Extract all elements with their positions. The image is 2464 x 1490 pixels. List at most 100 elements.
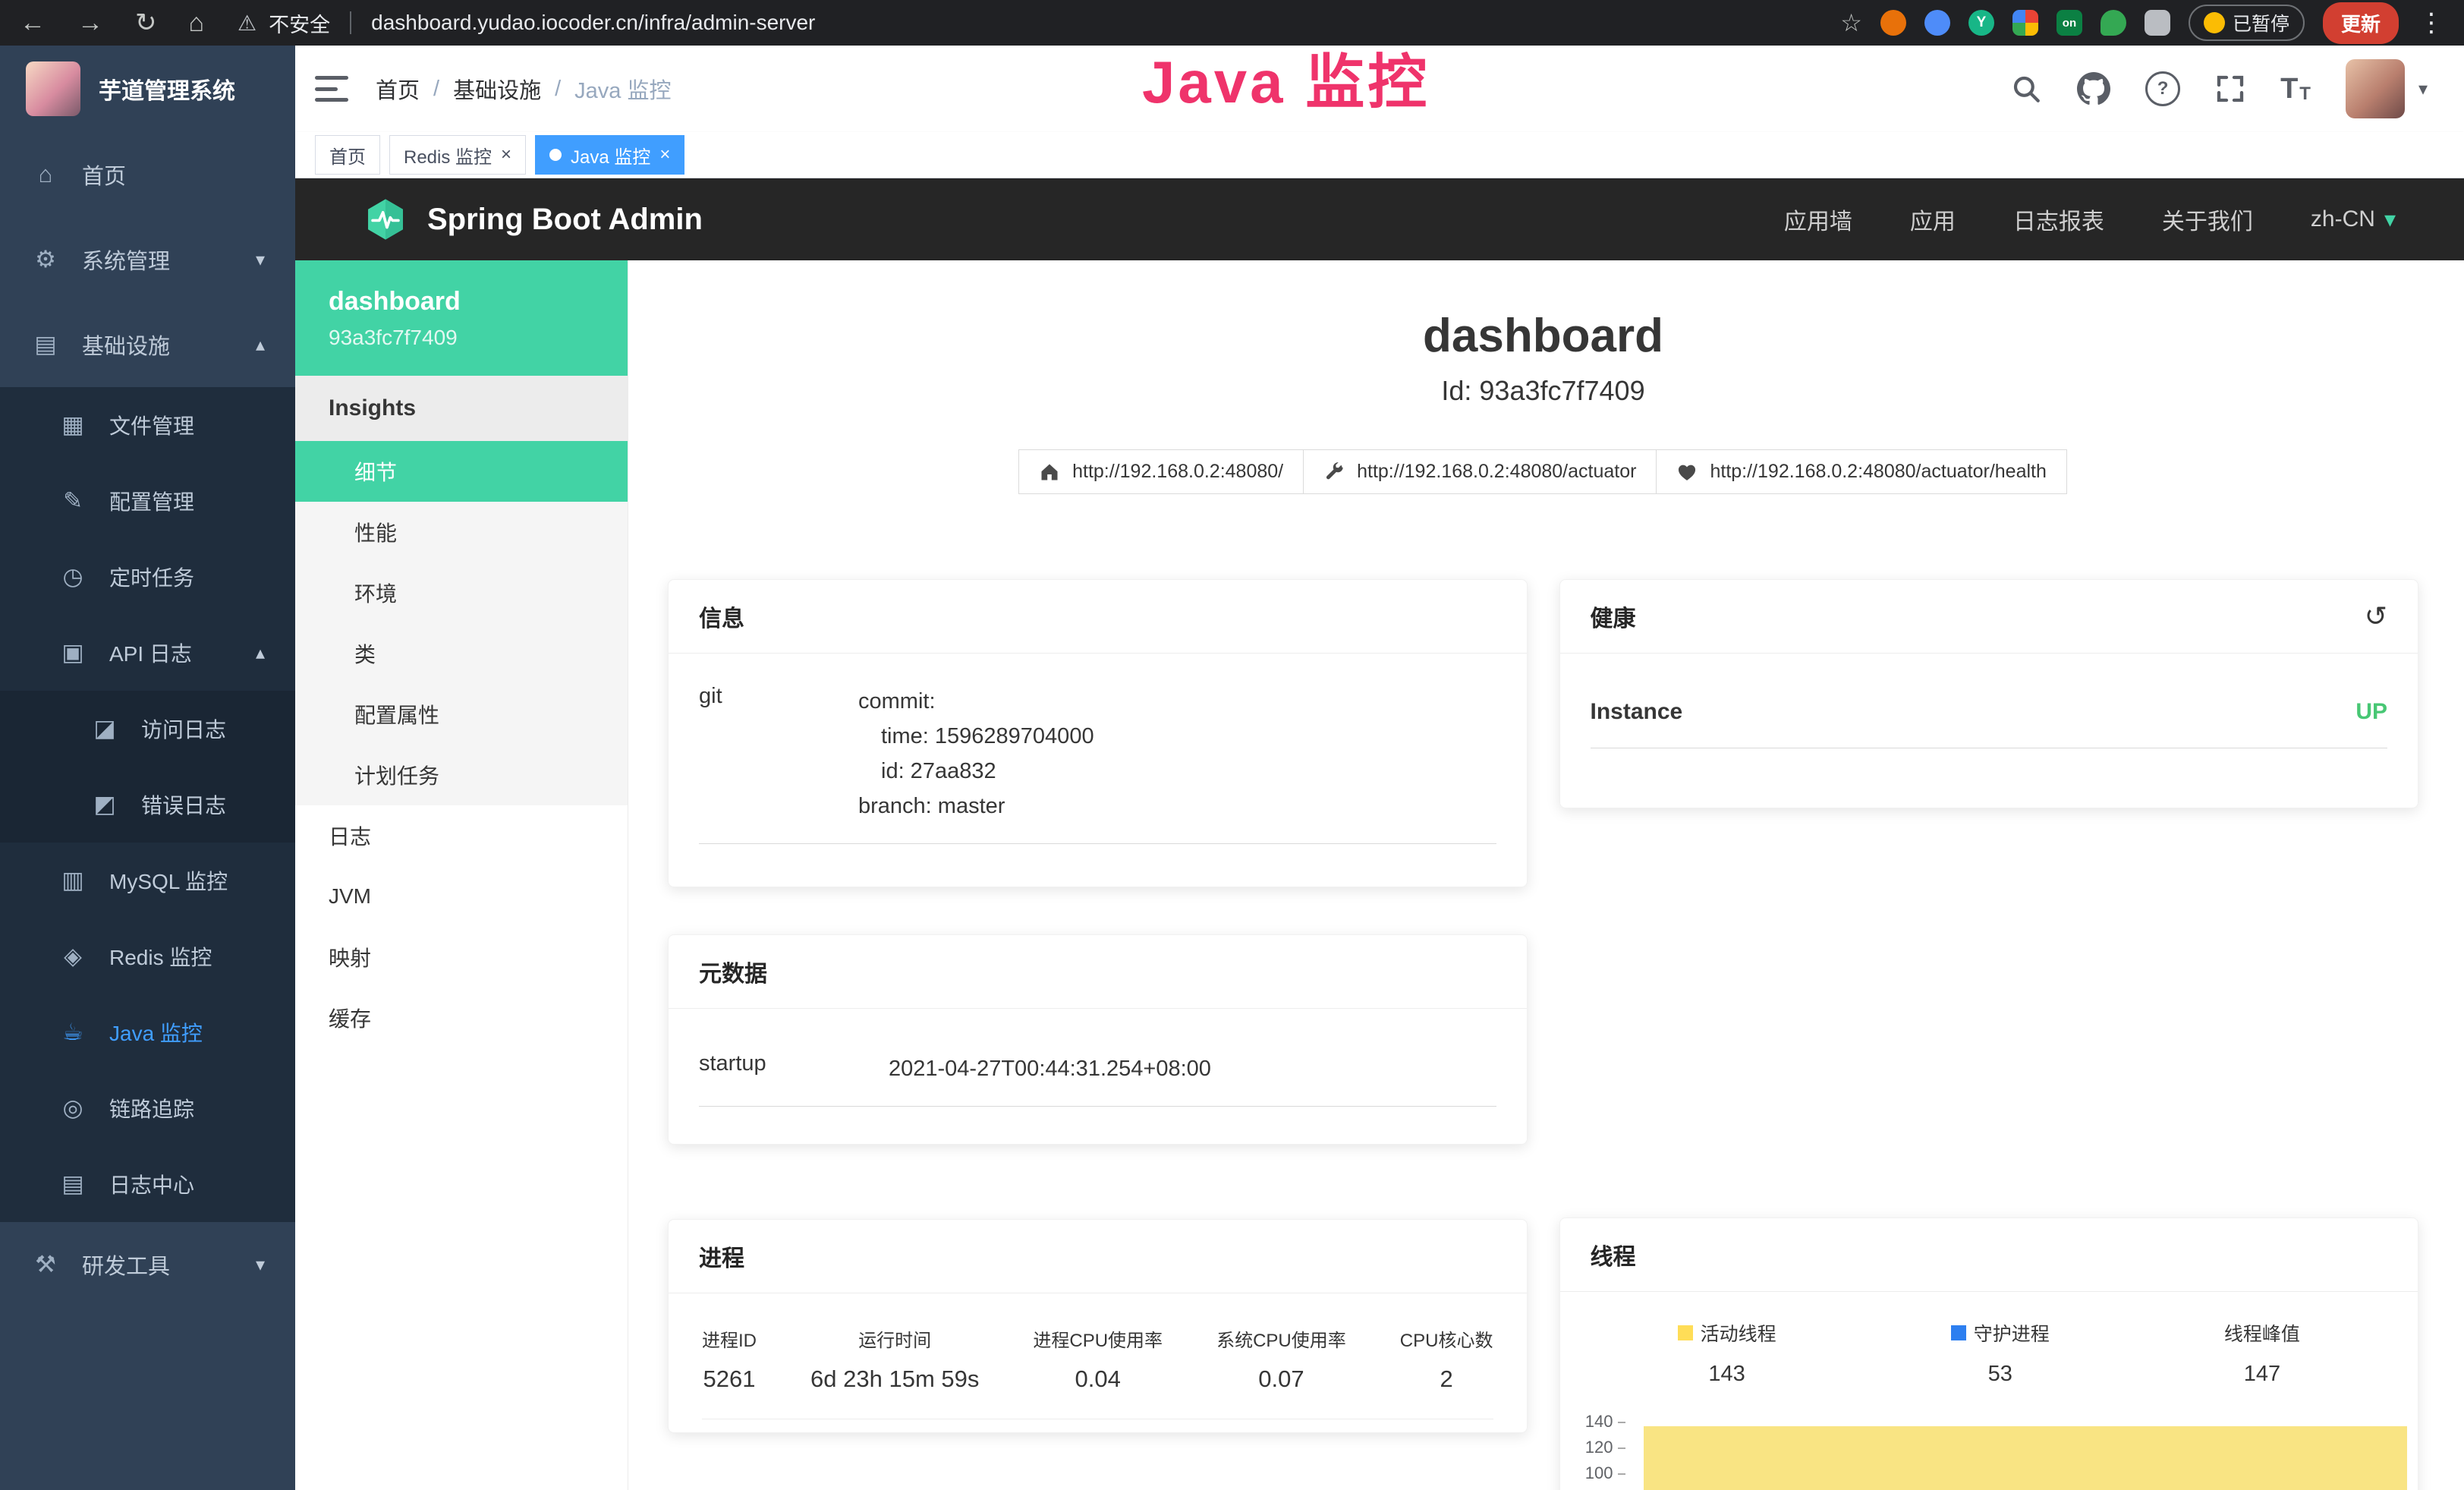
fullscreen-icon[interactable] (2215, 74, 2245, 104)
nav-logs[interactable]: 日志 (295, 805, 628, 866)
sba-brand[interactable]: Spring Boot Admin (363, 197, 703, 241)
y-axis-tick: 120 (1560, 1438, 1625, 1457)
sidebar-item-home[interactable]: ⌂ 首页 (0, 132, 295, 217)
insights-group-label: Insights (295, 376, 628, 441)
service-url-link[interactable]: http://192.168.0.2:48080/ (1018, 449, 1304, 494)
nav-mappings[interactable]: 映射 (295, 927, 628, 988)
forward-icon[interactable]: → (77, 8, 103, 38)
instance-header[interactable]: dashboard 93a3fc7f7409 (295, 260, 628, 376)
nav-metrics[interactable]: 性能 (295, 502, 628, 562)
sidebar-item-system-mgmt[interactable]: ⚙ 系统管理 ▾ (0, 217, 295, 302)
heartbeat-icon (1676, 461, 1698, 483)
live-threads-area (1644, 1426, 2408, 1490)
help-icon[interactable]: ? (2145, 71, 2180, 106)
stat-value: 0.07 (1216, 1366, 1346, 1393)
chevron-down-icon: ▾ (256, 1254, 265, 1276)
update-button[interactable]: 更新 (2323, 2, 2399, 44)
breadcrumb-item-infrastructure[interactable]: 基础设施 (453, 73, 541, 105)
address-bar[interactable]: ⚠ 不安全 dashboard.yudao.iocoder.cn/infra/a… (238, 8, 815, 38)
sba-nav-wallboard[interactable]: 应用墙 (1784, 203, 1852, 236)
smiley-icon (2204, 12, 2225, 33)
home-icon: ⌂ (30, 161, 61, 188)
close-icon[interactable]: × (659, 144, 670, 165)
legend-color-daemon (1951, 1325, 1966, 1340)
search-icon[interactable] (2010, 73, 2042, 105)
threads-legend: 活动线程 143 守护进程 (1560, 1319, 2418, 1387)
sidebar-item-tracing[interactable]: ◎ 链路追踪 (0, 1070, 295, 1146)
nav-config-properties[interactable]: 配置属性 (295, 684, 628, 745)
actuator-url-link[interactable]: http://192.168.0.2:48080/actuator (1303, 449, 1657, 494)
error-log-icon: ◩ (90, 791, 120, 818)
sba-nav-about[interactable]: 关于我们 (2162, 203, 2253, 236)
sidebar-item-access-logs[interactable]: ◪ 访问日志 (0, 691, 295, 767)
browser-menu-icon[interactable]: ⋮ (2418, 8, 2444, 38)
stat-label: 运行时间 (810, 1325, 979, 1352)
link-url: http://192.168.0.2:48080/actuator/health (1710, 461, 2046, 483)
legend-daemon-threads: 守护进程 53 (1951, 1319, 2050, 1387)
language-selector[interactable]: zh-CN ▾ (2311, 206, 2396, 233)
app-logo-image (26, 61, 80, 116)
nav-caches[interactable]: 缓存 (295, 988, 628, 1048)
chevron-down-icon: ▾ (2384, 206, 2396, 233)
security-label[interactable]: 不安全 (269, 8, 330, 38)
extension-icon-switch[interactable]: on (2056, 10, 2082, 36)
stat-uptime: 运行时间 6d 23h 15m 59s (810, 1325, 979, 1393)
extension-icon-blue[interactable] (1924, 10, 1950, 36)
user-avatar[interactable] (2346, 59, 2405, 118)
extension-icon-youdao[interactable]: Y (1968, 10, 1994, 36)
browser-home-icon[interactable]: ⌂ (189, 8, 205, 38)
sidebar-item-api-logs[interactable]: ▣ API 日志 ▴ (0, 615, 295, 691)
extension-icon-leaf[interactable] (2101, 10, 2126, 36)
file-icon: ▦ (58, 411, 88, 439)
health-url-link[interactable]: http://192.168.0.2:48080/actuator/health (1656, 449, 2066, 494)
y-axis-tick: 140 (1560, 1412, 1625, 1432)
font-size-icon[interactable]: T T (2280, 74, 2311, 103)
history-icon[interactable]: ↺ (2365, 600, 2387, 632)
extension-icon-orange[interactable] (1880, 10, 1906, 36)
tab-java-monitor[interactable]: Java 监控 × (535, 135, 684, 175)
sidebar-item-infrastructure[interactable]: ▤ 基础设施 ▴ (0, 302, 295, 387)
sba-nav-journal[interactable]: 日志报表 (2013, 203, 2104, 236)
paused-label: 已暂停 (2233, 9, 2289, 36)
app-logo[interactable]: 芋道管理系统 (0, 46, 295, 132)
nav-environment[interactable]: 环境 (295, 562, 628, 623)
extensions-puzzle-icon[interactable] (2145, 10, 2170, 36)
health-instance-row[interactable]: Instance UP (1591, 699, 2388, 748)
instance-links: http://192.168.0.2:48080/ http://192.168… (668, 449, 2418, 494)
font-size-icon-large-t: T (2280, 74, 2298, 103)
info-line: branch: master (858, 789, 1094, 824)
close-icon[interactable]: × (501, 144, 511, 165)
paused-badge[interactable]: 已暂停 (2189, 5, 2305, 41)
bookmark-star-icon[interactable]: ☆ (1840, 8, 1862, 37)
sidebar-item-config-mgmt[interactable]: ✎ 配置管理 (0, 463, 295, 539)
tab-redis-monitor[interactable]: Redis 监控 × (389, 135, 526, 175)
sidebar-item-error-logs[interactable]: ◩ 错误日志 (0, 767, 295, 843)
breadcrumb-item-home[interactable]: 首页 (376, 73, 420, 105)
sidebar-item-file-mgmt[interactable]: ▦ 文件管理 (0, 387, 295, 463)
caret-down-icon[interactable]: ▾ (2418, 78, 2428, 100)
sidebar-item-label: 基础设施 (82, 329, 170, 361)
sidebar-item-log-center[interactable]: ▤ 日志中心 (0, 1146, 295, 1222)
sidebar-item-scheduled-jobs[interactable]: ◷ 定时任务 (0, 539, 295, 615)
instance-content: dashboard Id: 93a3fc7f7409 http://192.16… (628, 260, 2464, 1490)
sidebar-item-mysql-monitor[interactable]: ▥ MySQL 监控 (0, 843, 295, 918)
nav-scheduled-tasks[interactable]: 计划任务 (295, 745, 628, 805)
back-icon[interactable]: ← (20, 8, 46, 38)
cards-left-column: 信息 git commit: time: 1596289704000 id: 2… (668, 579, 1528, 1433)
tab-home[interactable]: 首页 (315, 135, 380, 175)
sidebar-item-java-monitor[interactable]: ☕ Java 监控 (0, 994, 295, 1070)
sba-nav-applications[interactable]: 应用 (1910, 203, 1956, 236)
nav-classes[interactable]: 类 (295, 623, 628, 684)
sidebar-item-dev-tools[interactable]: ⚒ 研发工具 ▾ (0, 1222, 295, 1307)
wrench-icon (1323, 461, 1345, 483)
sidebar-item-redis-monitor[interactable]: ◈ Redis 监控 (0, 918, 295, 994)
extension-icon-grid[interactable] (2012, 10, 2038, 36)
sidebar-toggle-icon[interactable] (315, 76, 348, 102)
stat-pid: 进程ID 5261 (702, 1325, 757, 1393)
nav-jvm[interactable]: JVM (295, 866, 628, 927)
timer-icon: ◷ (58, 563, 88, 591)
reload-icon[interactable]: ↻ (135, 8, 157, 38)
github-icon[interactable] (2077, 72, 2110, 106)
address-url[interactable]: dashboard.yudao.iocoder.cn/infra/admin-s… (371, 11, 815, 35)
nav-details[interactable]: 细节 (295, 441, 628, 502)
